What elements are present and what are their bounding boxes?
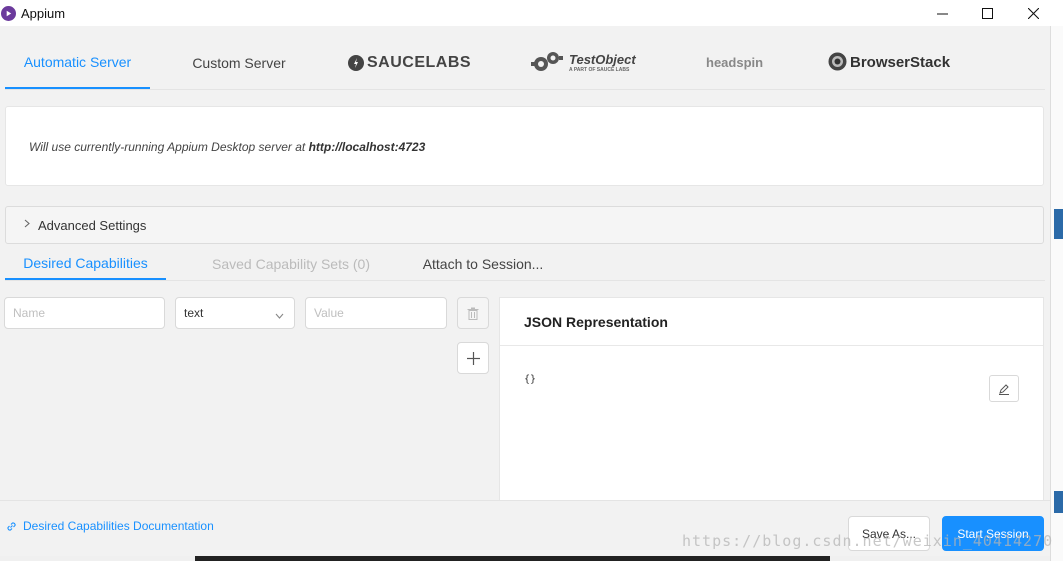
json-panel-title: JSON Representation	[500, 298, 1043, 346]
minimize-icon[interactable]	[919, 0, 965, 26]
watermark-text: https://blog.csdn.net/weixin_40414270	[682, 532, 1054, 550]
saucelabs-label: SAUCELABS	[367, 53, 472, 71]
window-title: Appium	[21, 5, 66, 21]
chevron-down-icon	[275, 308, 284, 322]
tab-saucelabs[interactable]: SAUCELABS	[348, 36, 471, 89]
delete-capability-button[interactable]	[457, 297, 489, 329]
server-message: Will use currently-running Appium Deskto…	[29, 140, 306, 154]
browserstack-label: BrowserStack	[850, 54, 951, 71]
saucelabs-logo-icon	[348, 54, 364, 71]
headspin-label: headspin	[706, 55, 764, 70]
tab-desired-capabilities[interactable]: Desired Capabilities	[5, 248, 166, 280]
trash-icon	[467, 307, 479, 320]
tab-browserstack[interactable]: BrowserStack	[828, 36, 950, 89]
capabilities-docs-link[interactable]: Desired Capabilities Documentation	[6, 519, 214, 533]
chevron-right-icon	[24, 219, 30, 231]
browserstack-logo-icon	[828, 52, 847, 74]
tab-custom-server[interactable]: Custom Server	[170, 36, 308, 89]
appium-logo-icon	[1, 5, 16, 21]
taskbar-fragment	[195, 556, 830, 561]
capability-name-input[interactable]	[4, 297, 165, 329]
advanced-settings-toggle[interactable]: Advanced Settings	[5, 206, 1044, 244]
gear-icon	[529, 50, 567, 75]
edit-json-button[interactable]	[989, 375, 1019, 402]
capability-type-select[interactable]: text	[175, 297, 295, 329]
capability-type-value: text	[184, 306, 204, 320]
testobject-label: TestObject	[569, 51, 636, 67]
testobject-sublabel: A PART OF SAUCE LABS	[569, 66, 630, 73]
background-window-strip	[1050, 26, 1063, 561]
tab-automatic-server[interactable]: Automatic Server	[5, 36, 150, 89]
server-url: http://localhost:4723	[308, 140, 426, 154]
server-tabs: Automatic Server Custom Server SAUCELABS…	[5, 36, 1045, 90]
tab-saved-capability-sets[interactable]: Saved Capability Sets (0)	[199, 248, 383, 280]
tab-testobject[interactable]: TestObject A PART OF SAUCE LABS	[529, 36, 636, 89]
docs-link-label: Desired Capabilities Documentation	[23, 519, 214, 533]
pencil-icon	[999, 383, 1009, 395]
plus-icon	[466, 351, 480, 365]
json-representation-panel: JSON Representation {}	[499, 297, 1044, 500]
advanced-settings-label: Advanced Settings	[38, 217, 147, 233]
link-icon	[7, 521, 16, 531]
tab-attach-to-session[interactable]: Attach to Session...	[413, 248, 553, 280]
add-capability-button[interactable]	[457, 342, 489, 374]
maximize-icon[interactable]	[964, 0, 1010, 26]
json-content: {}	[524, 374, 537, 385]
close-icon[interactable]	[1010, 0, 1056, 26]
capability-value-input[interactable]	[305, 297, 447, 329]
tab-headspin[interactable]: headspin	[706, 36, 763, 89]
server-info-panel: Will use currently-running Appium Deskto…	[5, 106, 1044, 186]
window-titlebar: Appium	[0, 0, 1063, 26]
capability-tabs: Desired Capabilities Saved Capability Se…	[5, 248, 1045, 281]
